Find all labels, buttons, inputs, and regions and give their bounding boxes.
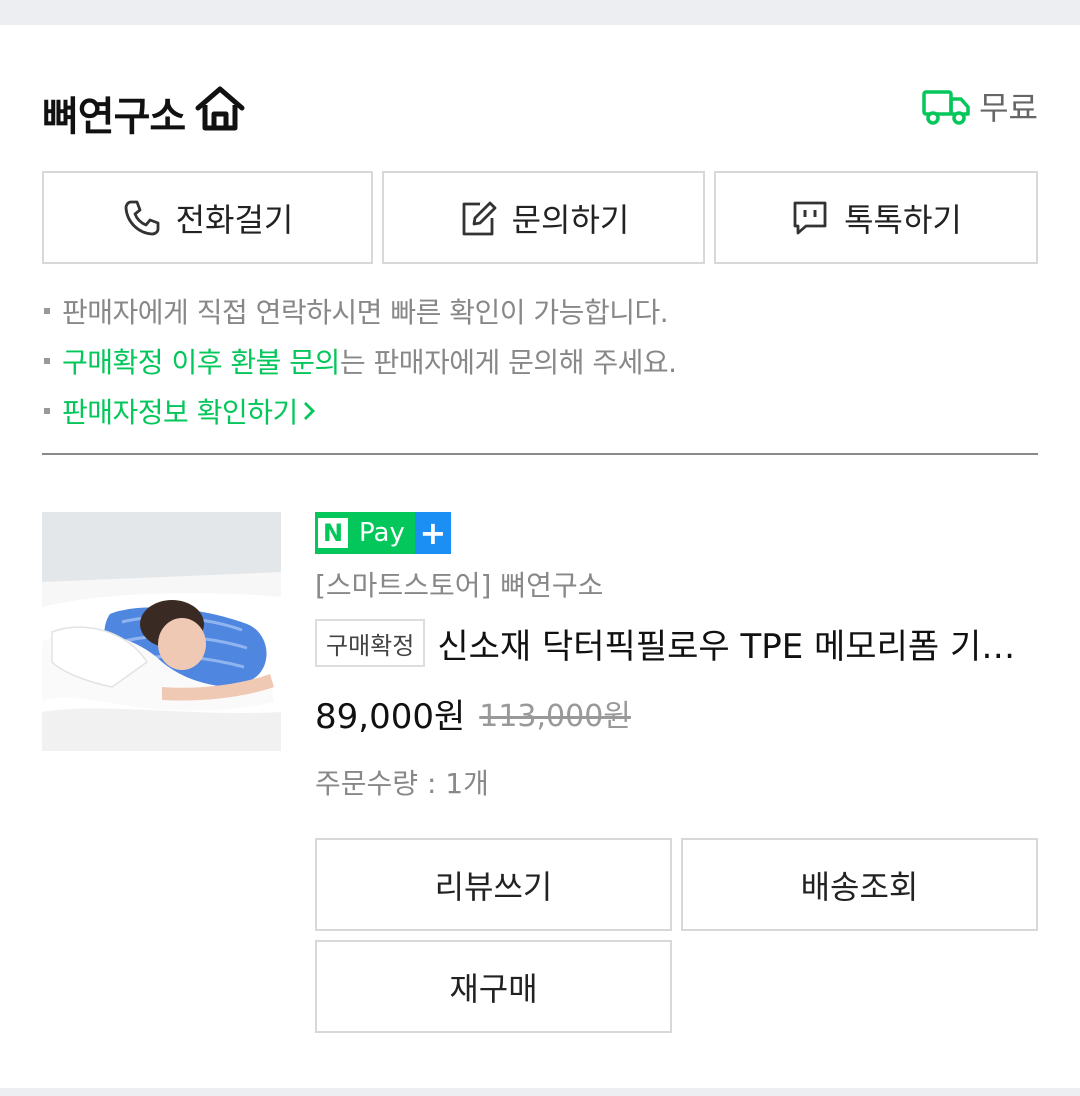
refund-highlight: 구매확정 이후 환불 문의 [62,346,340,379]
store-name[interactable]: 뼈연구소 [42,84,186,142]
seller-info-link[interactable]: 판매자정보 확인하기 [44,386,1034,436]
original-price: 113,000원 [479,699,631,734]
product-title-row[interactable]: 구매확정 신소재 닥터픽필로우 TPE 메모리폼 기능성 베개 [315,618,1038,668]
plus-icon: + [414,512,451,554]
npay-plus-badge: N Pay + [315,512,451,554]
price-row: 89,000원 113,000원 [315,690,631,737]
bottom-separator [0,1088,1080,1096]
bullet [44,358,50,364]
inquiry-button[interactable]: 문의하기 [382,171,705,264]
contact-buttons: 전화걸기 문의하기 톡톡하기 [42,171,1038,264]
chevron-right-icon [303,402,315,420]
pay-text: Pay [351,512,415,554]
edit-icon [462,201,497,235]
talk-button[interactable]: 톡톡하기 [714,171,1038,264]
n-letter: N [318,518,348,548]
inquiry-button-label: 문의하기 [511,200,630,239]
delivery-fee-label: 무료 [979,89,1038,127]
top-separator [0,0,1080,25]
purchase-confirmed-badge: 구매확정 [315,619,426,667]
naver-n-logo: N [315,512,351,554]
product-thumbnail[interactable] [42,512,281,751]
store-tag[interactable]: [스마트스토어] 뼈연구소 [315,564,603,604]
section-divider [42,453,1038,455]
track-delivery-button[interactable]: 배송조회 [681,838,1038,931]
notice-refund: 구매확정 이후 환불 문의 는 판매자에게 문의해 주세요. [44,336,1034,386]
order-quantity: 주문수량 : 1개 [315,767,489,800]
notice-text: 는 판매자에게 문의해 주세요. [339,346,677,379]
bullet [44,408,50,414]
bullet [44,308,50,314]
phone-icon [124,200,160,235]
call-button[interactable]: 전화걸기 [42,171,373,264]
seller-notices: 판매자에게 직접 연락하시면 빠른 확인이 가능합니다. 구매확정 이후 환불 … [44,286,1034,436]
call-button-label: 전화걸기 [175,200,294,239]
home-icon[interactable] [194,84,246,134]
chat-icon [793,201,827,234]
sale-price: 89,000원 [315,696,466,737]
product-title[interactable]: 신소재 닥터픽필로우 TPE 메모리폼 기능성 베개 [437,619,1038,668]
talk-button-label: 톡톡하기 [844,200,962,239]
notice-text: 판매자에게 직접 연락하시면 빠른 확인이 가능합니다. [62,296,669,329]
notice-direct-contact: 판매자에게 직접 연락하시면 빠른 확인이 가능합니다. [44,286,1034,336]
store-header: 뼈연구소 무료 [42,80,1038,140]
product-photo [42,512,281,751]
rebuy-button[interactable]: 재구매 [315,940,672,1033]
truck-icon [922,90,970,125]
seller-info-label: 판매자정보 확인하기 [62,396,298,429]
write-review-button[interactable]: 리뷰쓰기 [315,838,672,931]
delivery-info: 무료 [921,84,1038,128]
